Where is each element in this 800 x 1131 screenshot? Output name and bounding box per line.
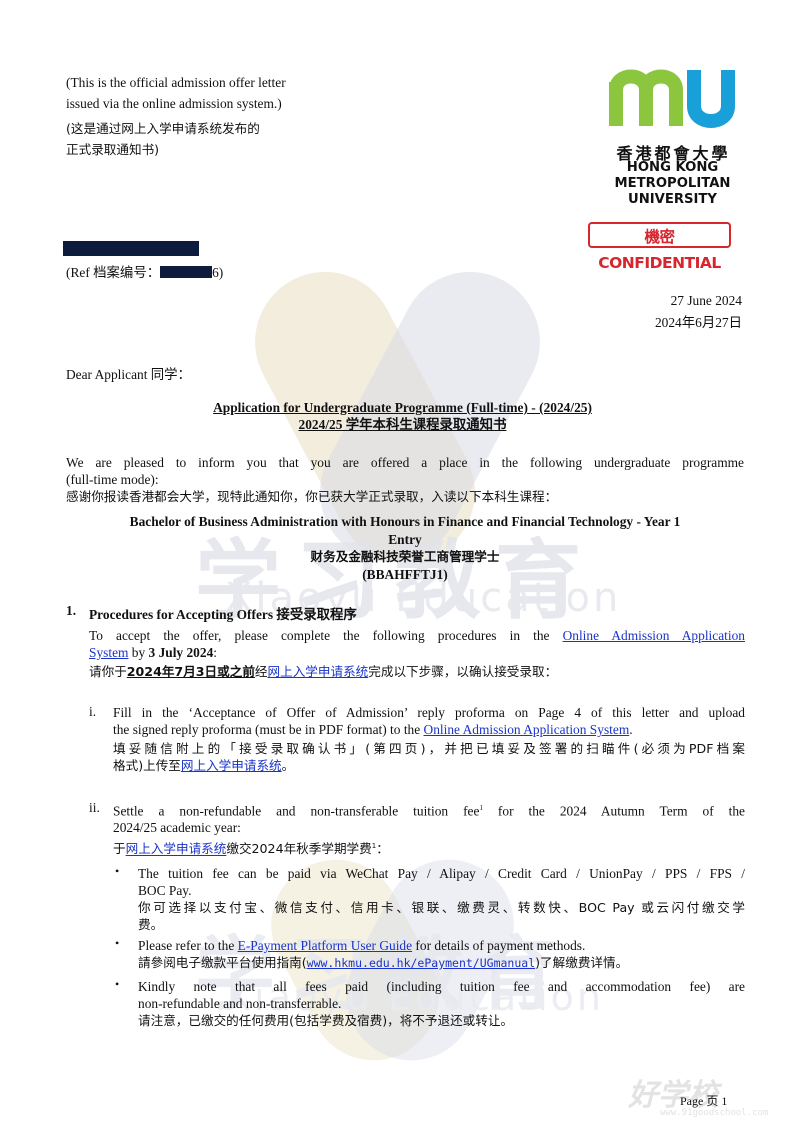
section1-paragraph: To accept the offer, please complete the… (89, 627, 745, 680)
programme-block: Bachelor of Business Administration with… (60, 513, 750, 583)
section1-line-1: To accept the offer, please complete the… (89, 627, 745, 644)
step-ii-en-1: Settle a non-refundable and non-transfer… (113, 800, 745, 819)
epayment-user-guide-link[interactable]: E-Payment Platform User Guide (238, 938, 412, 953)
section-number: 1. (66, 603, 77, 618)
bullet-2-en: Please refer to the E-Payment Platform U… (138, 937, 745, 954)
intro-paragraph: We are pleased to inform you that you ar… (66, 454, 744, 505)
heading-en: Application for Undergraduate Programme … (213, 400, 592, 415)
step-i-cn-2b: 。 (281, 758, 295, 773)
intro-para-en-1: We are pleased to inform you that you ar… (66, 455, 744, 470)
online-admission-system-link-step-i-cn[interactable]: 网上入学申请系统 (181, 758, 282, 773)
section1-line-2: System by 3 July 2024: (89, 644, 745, 661)
bullet-2-cn: 請參阅电子缴款平台使用指南(www.hkmu.edu.hk/ePayment/U… (138, 954, 745, 972)
step-ii-cn-c: ： (376, 841, 389, 857)
corner-watermark-url: www.91goodschool.com (660, 1108, 769, 1118)
online-admission-system-link-step-i[interactable]: Online Admission Application System (424, 722, 630, 737)
programme-en-2: Entry (388, 531, 422, 547)
section-title: Procedures for Accepting Offers 接受录取程序 (89, 607, 357, 622)
section1-text-by: by (128, 645, 149, 660)
intro-para-cn: 感谢你报读香港都会大学，现特此通知你，你已获大学正式录取，入读以下本科生课程： (66, 489, 558, 504)
bullet-icon: • (115, 864, 120, 878)
step-ii-cn-b: 缴交2024年秋季学期学费 (226, 841, 372, 857)
redacted-name (63, 241, 199, 256)
deadline-cn: 2024年7月3日或之前 (126, 664, 255, 679)
step-ii-en-2: 2024/25 academic year: (113, 820, 241, 836)
online-admission-system-link-step-ii[interactable]: 网上入学申请系统 (126, 842, 227, 857)
step-i-cn-1: 填妥随信附上的「接受录取确认书」(第四页)，并把已填妥及签署的扫瞄件(必须为PD… (113, 741, 745, 756)
bullet-1-cn-1: 你可选择以支付宝、微信支付、信用卡、银联、缴费灵、转数快、BOC Pay 或云闪… (138, 900, 745, 915)
step-i-en-2a: the signed reply proforma (must be in PD… (113, 722, 424, 737)
bullet-icon: • (115, 936, 120, 950)
page-number: Page 页 1 (680, 1094, 728, 1108)
section1-line-cn: 请你于2024年7月3日或之前经网上入学申请系统完成以下步骤，以确认接受录取： (89, 663, 745, 680)
step-ii-en-1a: Settle a non-refundable and non-transfer… (113, 803, 480, 819)
step-ii-cn: 于网上入学申请系统缴交2024年秋季学期学费1： (113, 838, 745, 857)
step-i-en-2: the signed reply proforma (must be in PD… (113, 721, 745, 738)
logo-en-line-2: METROPOLITAN (614, 176, 731, 191)
step-ii-en-1b: for the 2024 Autumn Term of the (482, 803, 745, 819)
bullet-2-cn-b: )了解缴费详情。 (535, 955, 629, 970)
programme-cn: 财务及金融科技荣誉工商管理学士 (310, 549, 500, 564)
online-admission-system-link[interactable]: Online Admission Application (563, 628, 745, 643)
bullet-3-en-1: Kindly note that all fees paid (includin… (138, 979, 745, 994)
bullet-3-cn: 请注意，已缴交的任何费用(包括学费及宿费)，将不予退还或转让。 (138, 1013, 514, 1028)
section1-text: To accept the offer, please complete the… (89, 628, 550, 643)
online-admission-system-link-cont[interactable]: System (89, 645, 128, 660)
bullet-1-en-1: The tuition fee can be paid via WeChat P… (138, 866, 745, 881)
deadline-en: 3 July 2024 (148, 645, 214, 660)
logo-name-en: HONG KONG METROPOLITAN UNIVERSITY (600, 160, 745, 208)
bullet-1-cn-2: 费。 (138, 917, 164, 932)
step-i-number: i. (89, 704, 97, 719)
logo-en-line-3: UNIVERSITY (628, 192, 717, 207)
bullet-non-refundable: Kindly note that all fees paid (includin… (138, 978, 745, 1029)
letter-date: 27 June 2024 2024年6月27日 (655, 290, 742, 334)
step-ii-cn-a: 于 (113, 841, 126, 857)
bullet-icon: • (115, 977, 120, 991)
reference-number: (Ref 档案编号： 6) (66, 261, 223, 281)
date-en: 27 June 2024 (670, 293, 742, 308)
logo-en-line-1: HONG KONG (626, 160, 719, 175)
intro-note-cn-1: (这是通过网上入学申请系统发布的 (66, 121, 260, 136)
hkmu-logo-icon: mu (609, 69, 735, 128)
programme-code: (BBAHFFTJ1) (362, 566, 448, 582)
bullet-user-guide: Please refer to the E-Payment Platform U… (138, 937, 745, 972)
intro-note-en-2: issued via the online admission system.) (66, 96, 282, 111)
redacted-ref (160, 266, 213, 278)
step-i-cn-2: 格式)上传至网上入学申请系统。 (113, 757, 745, 774)
step-ii: Settle a non-refundable and non-transfer… (113, 800, 745, 858)
step-i-cn-2a: 格式)上传至 (113, 758, 181, 773)
date-cn: 2024年6月27日 (654, 315, 742, 330)
greeting: Dear Applicant 同学： (66, 367, 191, 382)
epayment-manual-url-link[interactable]: www.hkmu.edu.hk/ePayment/UGmanual (307, 956, 535, 970)
section1-cn-a: 请你于 (89, 664, 127, 679)
step-ii-number: ii. (89, 800, 100, 815)
bullet-3-en-2: non-refundable and non-transferrable. (138, 996, 342, 1011)
bullet-payment-methods: The tuition fee can be paid via WeChat P… (138, 865, 745, 933)
bullet-2-cn-a: 請參阅电子缴款平台使用指南( (138, 955, 307, 970)
bullet-2-en-b: for details of payment methods. (412, 938, 586, 953)
step-i-en-1: Fill in the ‘Acceptance of Offer of Admi… (113, 705, 745, 720)
step-i: Fill in the ‘Acceptance of Offer of Admi… (113, 704, 745, 774)
intro-note: (This is the official admission offer le… (66, 72, 286, 160)
bullet-1-en-2: BOC Pay. (138, 883, 192, 898)
step-i-en-2b: . (629, 722, 633, 737)
bullet-2-en-a: Please refer to the (138, 938, 238, 953)
intro-para-en-2: (full-time mode): (66, 472, 159, 487)
intro-note-cn-2: 正式录取通知书) (66, 142, 160, 157)
programme-en-1: Bachelor of Business Administration with… (129, 514, 681, 529)
intro-note-en-1: (This is the official admission offer le… (66, 75, 286, 90)
online-admission-system-link-cn[interactable]: 网上入学申请系统 (268, 664, 369, 679)
section1-colon: : (213, 645, 217, 660)
confidential-stamp: 機密CONFIDENTIAL (588, 222, 731, 272)
heading-cn: 2024/25 学年本科生课程录取通知书 (298, 417, 507, 432)
ref-suffix: 6) (212, 265, 224, 280)
section1-cn-c: 完成以下步骤，以确认接受录取： (368, 664, 558, 679)
section1-cn-b: 经 (254, 664, 268, 679)
letter-heading: Application for Undergraduate Programme … (60, 399, 745, 433)
ref-prefix: (Ref 档案编号： (66, 265, 161, 280)
